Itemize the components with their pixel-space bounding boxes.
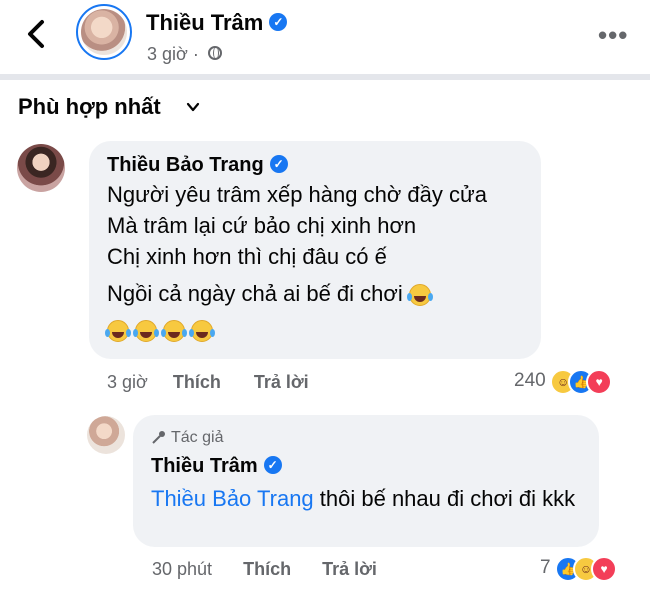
comment-text: Thiều Bảo Trang thôi bế nhau đi chơi đi …: [151, 484, 591, 513]
reaction-count: 7: [540, 557, 551, 579]
section-divider: [0, 74, 650, 80]
author-badge: Tác giả: [151, 429, 223, 447]
like-button[interactable]: Thích: [173, 372, 221, 392]
comment-line: Mà trâm lại cứ bảo chị xinh hơn: [107, 213, 417, 238]
love-reaction-icon: ♥: [586, 369, 613, 395]
comment-body: thôi bế nhau đi chơi đi kkk: [313, 486, 576, 511]
comment-actions: 30 phút Thích Trả lời: [152, 559, 377, 580]
verified-icon: ✓: [263, 455, 282, 474]
globe-icon: [207, 46, 222, 61]
reply-button[interactable]: Trả lời: [254, 372, 309, 392]
crying-emoji-icon: [406, 284, 431, 307]
sort-selector[interactable]: Phù hợp nhất: [18, 94, 161, 120]
laughing-emoji-icon: [189, 320, 213, 342]
laughing-emoji-icon: [161, 320, 185, 342]
comment-line: Chị xinh hơn thì chị đâu có ế: [107, 244, 387, 269]
comment-line: Ngồi cả ngày chả ai bế đi chơi: [107, 281, 403, 306]
microphone-icon: [152, 430, 165, 444]
commenter-name[interactable]: Thiều Bảo Trang ✓: [107, 154, 288, 177]
verified-icon: ✓: [269, 154, 288, 173]
emoji-row: [105, 320, 219, 342]
post-meta: 3 giờ ·: [147, 44, 222, 65]
chevron-down-icon[interactable]: [186, 100, 200, 114]
reactions-summary[interactable]: 7 👍 ☺ ♥: [540, 556, 618, 582]
reply-button[interactable]: Trả lời: [322, 559, 377, 579]
like-button[interactable]: Thích: [243, 559, 291, 579]
reaction-count: 240: [514, 370, 546, 392]
laughing-emoji-icon: [133, 320, 157, 342]
commenter-name[interactable]: Thiều Trâm ✓: [151, 455, 282, 478]
back-button[interactable]: [22, 18, 50, 50]
comment-line: Người yêu trâm xếp hàng chờ đầy cửa: [107, 182, 487, 207]
chevron-left-icon: [28, 20, 44, 48]
comment-line-last: Ngồi cả ngày chả ai bế đi chơi: [107, 281, 437, 307]
author-avatar[interactable]: [76, 4, 132, 60]
post-time[interactable]: 3 giờ: [147, 44, 188, 64]
laughing-emoji-icon: [105, 320, 129, 342]
commenter-avatar[interactable]: [17, 144, 65, 192]
more-options-icon[interactable]: •••: [598, 20, 628, 51]
comment-time[interactable]: 30 phút: [152, 559, 212, 579]
comment-actions: 3 giờ Thích Trả lời: [107, 372, 309, 393]
verified-icon: ✓: [269, 13, 288, 32]
mention-link[interactable]: Thiều Bảo Trang: [151, 486, 314, 511]
commenter-avatar[interactable]: [87, 416, 125, 454]
post-author[interactable]: Thiều Trâm ✓: [146, 10, 288, 36]
comment-time[interactable]: 3 giờ: [107, 372, 148, 392]
reactions-summary[interactable]: 240 ☺ 👍 ♥: [514, 369, 613, 395]
love-reaction-icon: ♥: [591, 556, 618, 582]
